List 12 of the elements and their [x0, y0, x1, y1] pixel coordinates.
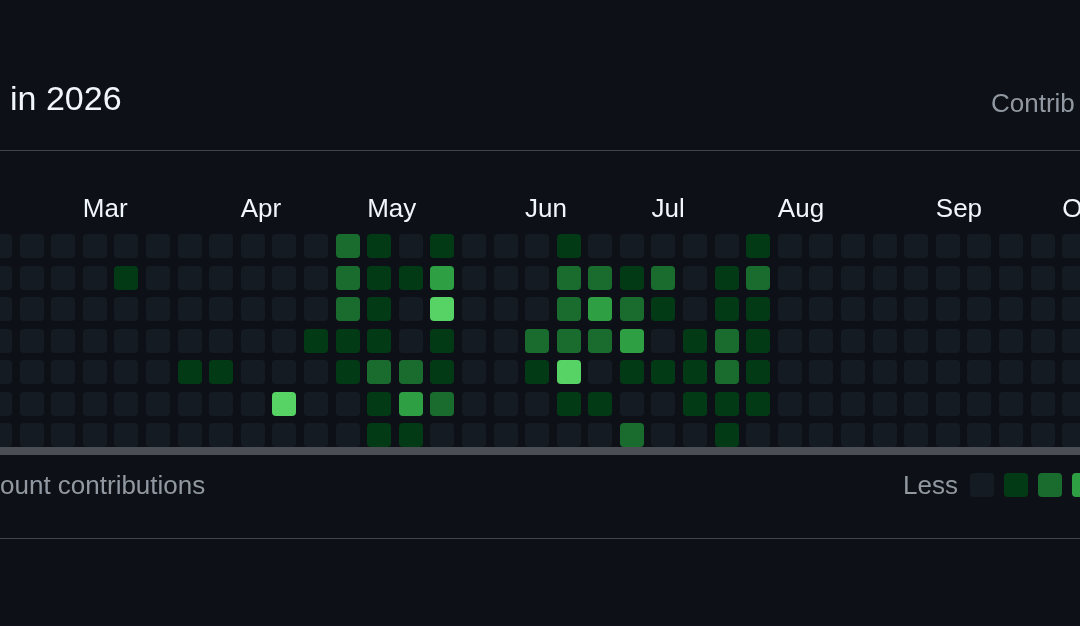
- section-title: in 2026: [10, 79, 122, 117]
- month-label: Jun: [525, 193, 567, 223]
- settings-link[interactable]: Contrib: [991, 88, 1075, 118]
- footer-note: ount contributions: [0, 469, 206, 500]
- month-label: Jul: [651, 193, 685, 223]
- month-label: Apr: [240, 193, 282, 223]
- month-label: May: [367, 193, 417, 223]
- legend-label: Less: [903, 470, 958, 500]
- month-label: Sep: [935, 193, 983, 223]
- month-label: Aug: [777, 193, 825, 223]
- month-label: Mar: [82, 193, 128, 223]
- scrollbar[interactable]: [0, 447, 1080, 455]
